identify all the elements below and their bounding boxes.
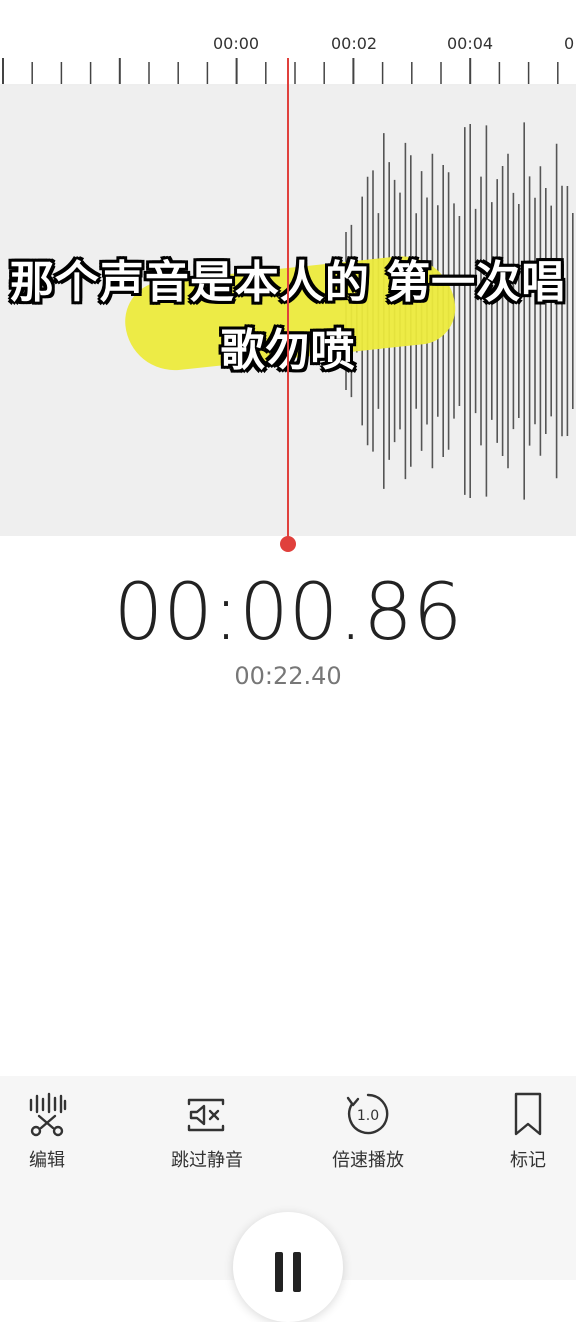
pause-icon-bar [293, 1252, 301, 1292]
speed-label: 倍速播放 [332, 1150, 404, 1171]
edit-button[interactable]: 编辑 [0, 1090, 97, 1172]
mark-label: 标记 [510, 1150, 546, 1171]
bookmark-icon [514, 1092, 542, 1136]
ruler-label-0: 00:00 [213, 34, 260, 53]
pause-button[interactable] [233, 1212, 343, 1322]
pause-icon [275, 1252, 283, 1292]
total-duration: 00:22.40 [234, 662, 342, 690]
ruler-label-4: 00:04 [447, 34, 494, 53]
playhead-handle[interactable] [280, 536, 296, 552]
current-time: 00:00.86 [113, 568, 463, 658]
mark-button[interactable]: 标记 [478, 1090, 576, 1172]
scissors-icon [29, 1092, 67, 1137]
edit-label: 编辑 [29, 1150, 65, 1171]
mute-icon [187, 1098, 225, 1132]
speed-button[interactable]: 1.0 倍速播放 [318, 1090, 418, 1172]
skip-silence-button[interactable]: 跳过静音 [157, 1090, 257, 1172]
speed-icon: 1.0 [346, 1093, 389, 1135]
speed-value: 1.0 [357, 1108, 379, 1124]
ruler-label-6: 0 [564, 34, 575, 53]
skip-silence-label: 跳过静音 [171, 1150, 243, 1171]
ruler-label-2: 00:02 [331, 34, 378, 53]
playhead-line[interactable] [287, 58, 289, 542]
